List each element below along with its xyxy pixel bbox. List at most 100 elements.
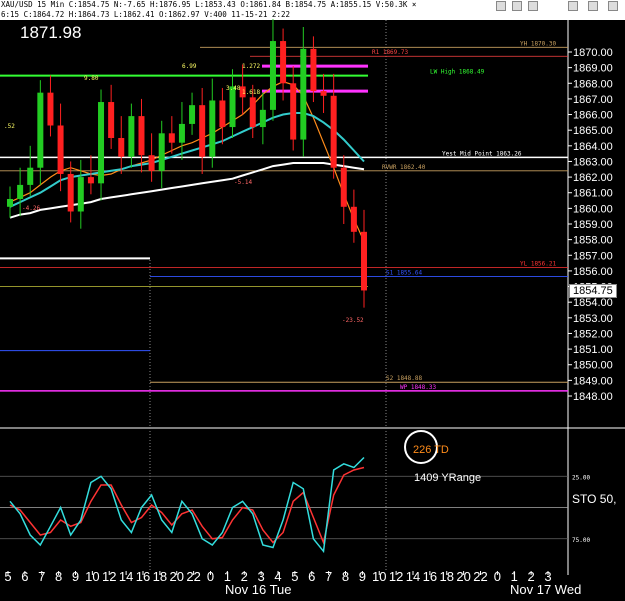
candle-body	[320, 91, 327, 96]
candle-body	[98, 102, 105, 184]
annotation-label: 9.80	[84, 75, 99, 82]
y-tick-label: 1848.00	[573, 391, 613, 403]
annotations: 9.80 6.99 3.48 1.272 1.618 -5.14 -4.26 -23.52 .5…	[4, 63, 364, 324]
candle-body	[87, 177, 94, 184]
annotation-label: 1.618	[242, 89, 260, 96]
annotation-label: .52	[4, 123, 15, 130]
x-tick-label: 6	[21, 569, 28, 584]
y-tick-label: 1851.00	[573, 344, 613, 356]
x-tick-label: 7	[38, 569, 45, 584]
candle-body	[229, 86, 236, 128]
y-tick-label: 1863.00	[573, 156, 613, 168]
price-axis: 1870.00 1869.00 1868.00 1867.00 1866.00 1865.…	[568, 47, 613, 403]
oscillator-label: STO 50,	[572, 492, 617, 506]
x-tick-label: 16	[136, 569, 150, 584]
y-tick-label: 1867.00	[573, 94, 613, 106]
x-tick-label: 10	[85, 569, 99, 584]
osc-fast-line	[9, 456, 365, 554]
candle-body	[259, 109, 266, 128]
x-tick-label: 9	[72, 569, 79, 584]
candle-body	[178, 123, 185, 143]
annotation-label: -4.26	[22, 205, 40, 212]
level-label: Yest Mid Point 1863.26	[442, 150, 522, 157]
y-tick-label: 1858.00	[573, 235, 613, 247]
level-label: S2 1848.88	[386, 375, 423, 382]
candle-body	[168, 133, 175, 143]
chart-window: { "header": { "info_line": "XAU/USD 15 M…	[0, 0, 625, 601]
level-label: R1 1869.73	[372, 49, 409, 56]
annotation-label: 6.99	[182, 63, 197, 70]
y-tick-label: 1861.00	[573, 188, 613, 200]
x-tick-label: 8	[55, 569, 62, 584]
x-tick-label: 22	[473, 569, 487, 584]
candle-body	[199, 105, 206, 157]
x-tick-label: 22	[186, 569, 200, 584]
candle-body	[189, 105, 196, 124]
candle-body	[209, 100, 216, 157]
level-label: YL 1856.21	[520, 261, 557, 268]
y-tick-label: 1862.00	[573, 172, 613, 184]
candle-body	[280, 41, 287, 84]
y-tick-label: 1849.00	[573, 375, 613, 387]
grid	[0, 20, 625, 575]
y-tick-label: 1866.00	[573, 110, 613, 122]
candle-body	[269, 41, 276, 110]
annotation-label: 1.272	[242, 63, 260, 70]
y-tick-label: 1857.00	[573, 250, 613, 262]
x-tick-label: 18	[440, 569, 454, 584]
x-tick-label: 8	[342, 569, 349, 584]
level-label: RVWR 1862.40	[382, 164, 426, 171]
candle-body	[290, 83, 297, 140]
level-label: YH 1870.30	[520, 40, 557, 47]
osc-slow-line	[9, 466, 365, 546]
y-tick-label: 1853.00	[573, 313, 613, 325]
candle-body	[219, 100, 226, 128]
y-tick-label: 1859.00	[573, 219, 613, 231]
candle-body	[330, 95, 337, 168]
y-tick-label: 1854.00	[573, 297, 613, 309]
candle-body	[108, 102, 115, 138]
level-label: S1 1855.64	[386, 270, 423, 277]
y-tick-label: 1865.00	[573, 125, 613, 137]
x-tick-label: 18	[153, 569, 167, 584]
candle-body	[138, 116, 145, 156]
x-tick-label: 0	[494, 569, 501, 584]
candle-body	[350, 206, 357, 232]
candle-body	[148, 155, 155, 171]
date-label-2: Nov 17 Wed	[510, 582, 582, 597]
x-tick-label: 20	[170, 569, 184, 584]
candle-body	[310, 48, 317, 92]
candle-body	[27, 167, 34, 185]
td-label: 226 TD	[413, 444, 449, 456]
x-tick-label: 5	[4, 569, 11, 584]
x-tick-label: 5	[291, 569, 298, 584]
candle-body	[17, 184, 24, 199]
x-tick-label: 14	[406, 569, 420, 584]
annotation-label: 3.48	[226, 85, 241, 92]
candle-body	[249, 97, 256, 128]
osc-tick-label: 75.00	[572, 537, 590, 544]
x-tick-label: 9	[359, 569, 366, 584]
candle-body	[67, 173, 74, 212]
oscillator-panel: 25.00 75.00	[0, 456, 590, 554]
level-label: LW High 1868.49	[430, 69, 485, 76]
x-tick-label: 16	[423, 569, 437, 584]
candle-body	[300, 48, 307, 140]
annotation-label: -23.52	[342, 317, 364, 324]
y-tick-label: 1868.00	[573, 78, 613, 90]
candle-body	[77, 177, 84, 212]
candle-body	[158, 133, 165, 171]
annotation-label: -5.14	[234, 179, 252, 186]
level-label: WP 1848.33	[400, 384, 437, 391]
x-tick-label: 20	[456, 569, 470, 584]
candle-body	[7, 198, 13, 207]
y-tick-label: 1856.00	[573, 266, 613, 278]
x-tick-label: 0	[207, 569, 214, 584]
osc-tick-label: 25.00	[572, 474, 590, 481]
level-lines: YH 1870.30 R1 1869.73 LW High 1868.49 Yest …	[0, 40, 568, 392]
candle-body	[118, 138, 125, 157]
candle-body	[361, 231, 367, 291]
y-tick-label: 1870.00	[573, 47, 613, 59]
y-tick-label: 1850.00	[573, 360, 613, 372]
candle-body	[128, 116, 135, 157]
